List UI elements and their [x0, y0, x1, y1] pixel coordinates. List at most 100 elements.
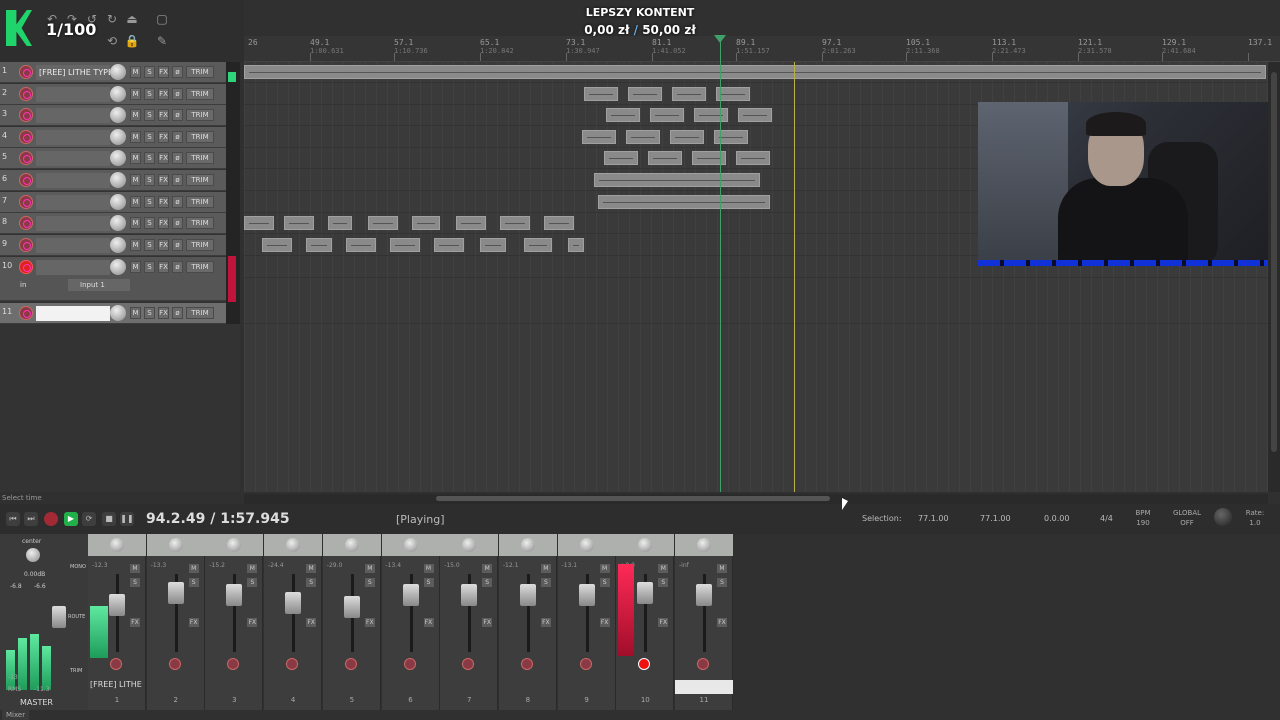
media-item[interactable]	[544, 216, 574, 230]
channel-name[interactable]	[677, 680, 731, 692]
volume-knob[interactable]	[110, 64, 126, 80]
mixer-tab[interactable]: Mixer	[2, 710, 30, 720]
record-arm-button[interactable]	[286, 658, 299, 670]
record-arm-button[interactable]	[19, 216, 33, 230]
solo-button[interactable]: S	[144, 131, 155, 143]
rate-knob[interactable]	[1214, 508, 1232, 526]
solo-button[interactable]: S	[540, 578, 551, 587]
fx-button[interactable]: FX	[188, 618, 199, 627]
pan-knob[interactable]	[168, 538, 183, 552]
channel-name[interactable]	[266, 680, 320, 692]
track-11[interactable]: 11 M S FX ø TRIM	[0, 303, 226, 324]
vertical-scroll-thumb[interactable]	[1271, 72, 1277, 452]
go-to-end-button[interactable]: ⏭	[24, 512, 38, 526]
go-to-start-button[interactable]: ⏮	[6, 512, 20, 526]
solo-button[interactable]: S	[482, 578, 493, 587]
solo-button[interactable]: S	[144, 152, 155, 164]
fx-button[interactable]: FX	[158, 174, 169, 186]
volume-fader[interactable]	[578, 584, 595, 606]
media-item[interactable]	[694, 108, 728, 122]
solo-button[interactable]: S	[599, 578, 610, 587]
solo-button[interactable]: S	[144, 196, 155, 208]
fx-button[interactable]: FX	[306, 618, 317, 627]
track-4[interactable]: 4 M S FX ø TRIM	[0, 127, 226, 148]
media-item[interactable]	[650, 108, 684, 122]
track-name[interactable]	[36, 151, 110, 166]
media-item[interactable]	[738, 108, 772, 122]
mute-button[interactable]: M	[188, 564, 199, 573]
track-name[interactable]	[36, 260, 110, 275]
trim-button[interactable]: TRIM	[186, 174, 214, 186]
record-arm-button[interactable]	[579, 658, 592, 670]
trim-button[interactable]: TRIM	[186, 131, 214, 143]
horizontal-scroll-thumb[interactable]	[436, 496, 830, 501]
volume-knob[interactable]	[110, 150, 126, 166]
solo-button[interactable]: S	[144, 109, 155, 121]
media-item[interactable]	[368, 216, 398, 230]
volume-knob[interactable]	[110, 86, 126, 102]
media-item[interactable]	[626, 130, 660, 144]
record-arm-button[interactable]	[462, 658, 475, 670]
media-item[interactable]	[568, 238, 584, 252]
media-item[interactable]	[584, 87, 618, 101]
fx-button[interactable]: FX	[158, 66, 169, 78]
record-arm-button[interactable]	[168, 658, 181, 670]
media-item[interactable]	[328, 216, 352, 230]
tempo-display[interactable]: BPM 190	[1132, 508, 1154, 528]
channel-name[interactable]: [FREE] LITHE T	[90, 680, 144, 692]
channel-name[interactable]	[384, 680, 438, 692]
media-item[interactable]	[594, 173, 760, 187]
redo-arrow-icon[interactable]: ↻	[104, 12, 120, 26]
mute-button[interactable]: M	[130, 196, 141, 208]
media-item[interactable]	[672, 87, 706, 101]
mute-button[interactable]: M	[130, 564, 140, 573]
phase-button[interactable]: ø	[172, 196, 183, 208]
channel-name[interactable]	[325, 680, 379, 692]
fx-button[interactable]: FX	[540, 618, 551, 627]
media-item[interactable]	[284, 216, 314, 230]
pan-knob[interactable]	[344, 538, 359, 552]
media-item[interactable]	[244, 216, 274, 230]
volume-fader[interactable]	[167, 582, 184, 604]
fx-button[interactable]: FX	[130, 618, 140, 627]
media-item[interactable]	[604, 151, 638, 165]
media-item[interactable]	[628, 87, 662, 101]
rate-display[interactable]: Rate: 1.0	[1244, 508, 1266, 528]
record-arm-button[interactable]	[19, 173, 33, 187]
volume-fader[interactable]	[285, 592, 302, 614]
channel-name[interactable]	[207, 680, 261, 692]
volume-knob[interactable]	[110, 107, 126, 123]
timeline-ruler[interactable]: 26 49.1 1:00.631 57.1 1:10.736 65.1 1:20.84…	[244, 36, 1280, 62]
mute-button[interactable]: M	[423, 564, 434, 573]
master-mono-button[interactable]: MONO	[70, 564, 86, 570]
fx-button[interactable]: FX	[158, 88, 169, 100]
fx-button[interactable]: FX	[158, 109, 169, 121]
record-arm-button[interactable]	[19, 260, 33, 274]
mute-button[interactable]: M	[247, 564, 258, 573]
phase-button[interactable]: ø	[172, 109, 183, 121]
media-item[interactable]	[648, 151, 682, 165]
track-name[interactable]	[36, 173, 110, 188]
track-7[interactable]: 7 M S FX ø TRIM	[0, 192, 226, 213]
media-item[interactable]	[500, 216, 530, 230]
record-arm-button[interactable]	[403, 658, 416, 670]
media-item[interactable]	[346, 238, 376, 252]
media-item[interactable]	[390, 238, 420, 252]
trim-button[interactable]: TRIM	[186, 66, 214, 78]
solo-button[interactable]: S	[144, 174, 155, 186]
record-arm-button[interactable]	[19, 130, 33, 144]
mute-button[interactable]: M	[130, 307, 141, 319]
track-10[interactable]: 10 M S FX ø TRIM in Input 1	[0, 257, 226, 301]
volume-knob[interactable]	[110, 194, 126, 210]
fx-button[interactable]: FX	[599, 618, 610, 627]
media-item[interactable]	[244, 65, 1266, 79]
record-arm-button[interactable]	[520, 658, 533, 670]
horizontal-scrollbar[interactable]	[244, 494, 1268, 504]
mute-button[interactable]: M	[130, 174, 141, 186]
record-arm-button[interactable]	[19, 108, 33, 122]
channel-name[interactable]	[501, 680, 555, 692]
phase-button[interactable]: ø	[172, 261, 183, 273]
media-item[interactable]	[582, 130, 616, 144]
record-arm-button[interactable]	[697, 658, 709, 670]
metronome-icon[interactable]: ⏏	[124, 12, 140, 26]
